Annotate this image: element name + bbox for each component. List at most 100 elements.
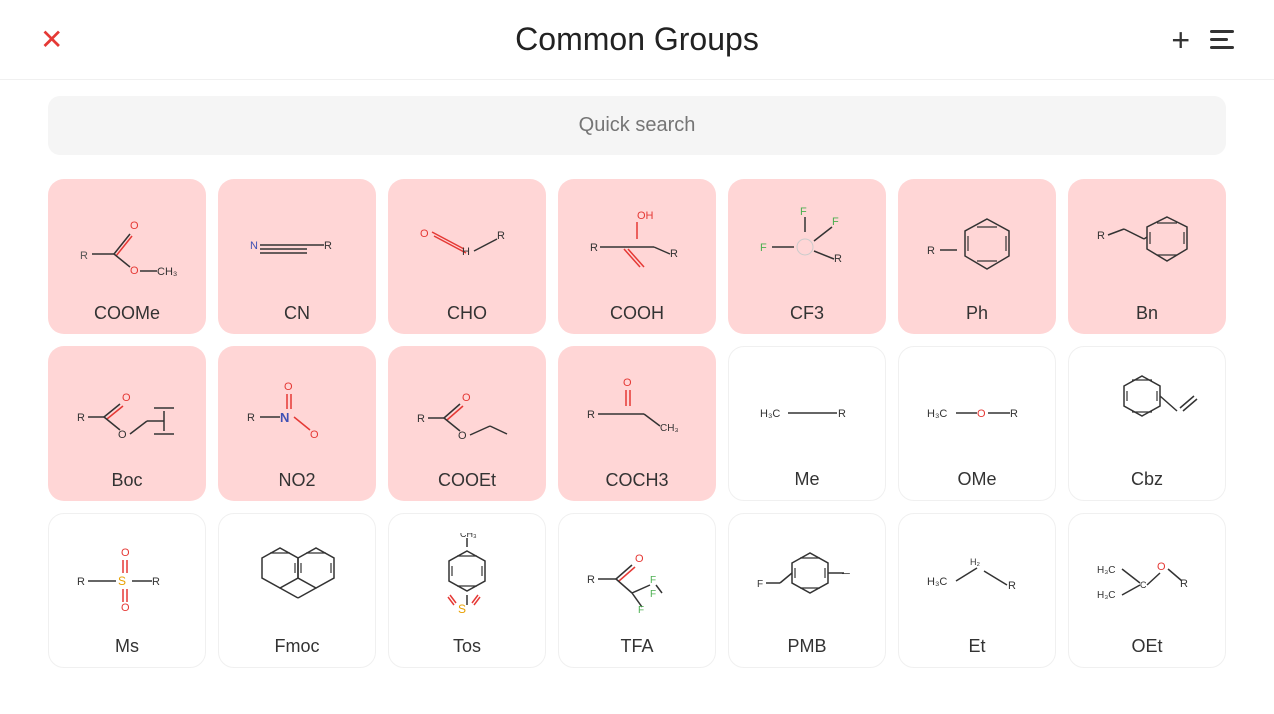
list-view-button[interactable] [1210, 30, 1234, 49]
group-label-Fmoc: Fmoc [275, 636, 320, 657]
svg-text:R: R [838, 408, 846, 420]
svg-text:H₃C: H₃C [760, 408, 780, 420]
svg-text:O: O [130, 265, 139, 277]
svg-text:R: R [1097, 230, 1105, 242]
svg-text:O: O [1157, 561, 1166, 573]
group-label-OEt: OEt [1131, 636, 1162, 657]
add-button[interactable]: + [1171, 24, 1190, 56]
svg-text:F: F [832, 216, 839, 228]
group-label-NO2: NO2 [278, 470, 315, 491]
structure-COOH: OH R R [566, 191, 708, 297]
structure-Ms: S O O R R [57, 526, 197, 630]
svg-text:S: S [458, 602, 466, 616]
group-label-Ms: Ms [115, 636, 139, 657]
group-card-Ph[interactable]: R Ph [898, 179, 1056, 334]
group-card-Et[interactable]: H₃C H₂ R Et [898, 513, 1056, 668]
structure-TFA: R O F F F [567, 526, 707, 630]
group-card-COOMe[interactable]: R O O CH₃ COOMe [48, 179, 206, 334]
group-card-Fmoc[interactable]: Fmoc [218, 513, 376, 668]
svg-text:R: R [927, 245, 935, 257]
group-label-COCH3: COCH3 [605, 470, 668, 491]
close-button[interactable]: ✕ [40, 26, 63, 54]
svg-text:R: R [587, 409, 595, 421]
group-card-Cbz[interactable]: Cbz [1068, 346, 1226, 501]
group-label-COOH: COOH [610, 303, 664, 324]
svg-text:R: R [834, 253, 842, 265]
svg-text:F: F [650, 575, 656, 586]
group-label-COOEt: COOEt [438, 470, 496, 491]
svg-text:N: N [250, 240, 258, 252]
group-card-Me[interactable]: H₃C R Me [728, 346, 886, 501]
svg-text:R: R [497, 230, 505, 242]
svg-text:OH: OH [637, 210, 654, 222]
svg-text:H₃C: H₃C [927, 576, 947, 588]
group-card-Ms[interactable]: S O O R R Ms [48, 513, 206, 668]
structure-OEt: H₃C C O R H₃C [1077, 526, 1217, 630]
svg-text:F: F [760, 242, 767, 254]
svg-text:R: R [247, 412, 255, 424]
group-label-Bn: Bn [1136, 303, 1158, 324]
structure-Et: H₃C H₂ R [907, 526, 1047, 630]
structure-Bn: R [1076, 191, 1218, 297]
svg-text:CH₃: CH₃ [660, 423, 679, 434]
group-card-Boc[interactable]: R O O Boc [48, 346, 206, 501]
structure-Ph: R [906, 191, 1048, 297]
svg-text:O: O [623, 377, 632, 389]
structure-CF3: F F F R [736, 191, 878, 297]
structure-COOEt: R O O [396, 358, 538, 464]
svg-text:R: R [670, 248, 678, 260]
svg-text:R: R [152, 576, 160, 588]
structure-OMe: H₃C O R [907, 359, 1047, 463]
group-label-Boc: Boc [111, 470, 142, 491]
svg-text:O: O [118, 429, 127, 441]
svg-text:H₂: H₂ [970, 557, 980, 567]
svg-text:R: R [77, 576, 85, 588]
group-card-NO2[interactable]: R N O O NO2 [218, 346, 376, 501]
group-card-COCH3[interactable]: R O CH₃ COCH3 [558, 346, 716, 501]
svg-text:─: ─ [841, 568, 850, 580]
app-header: ✕ Common Groups + [0, 0, 1274, 80]
svg-text:O: O [122, 392, 131, 404]
group-card-OMe[interactable]: H₃C O R OMe [898, 346, 1056, 501]
svg-text:F: F [757, 579, 763, 590]
svg-text:H: H [462, 246, 470, 258]
search-bar[interactable] [48, 96, 1226, 155]
search-input[interactable] [66, 114, 1208, 137]
svg-text:R: R [1008, 580, 1016, 592]
svg-text:N: N [280, 410, 289, 425]
group-label-CF3: CF3 [790, 303, 824, 324]
structure-Tos: CH₃ S [397, 526, 537, 630]
svg-text:O: O [635, 553, 644, 565]
group-card-Tos[interactable]: CH₃ S Tos [388, 513, 546, 668]
structure-Me: H₃C R [737, 359, 877, 463]
svg-text:O: O [977, 408, 986, 420]
svg-text:H₃C: H₃C [927, 408, 947, 420]
group-card-CHO[interactable]: O H R CHO [388, 179, 546, 334]
group-card-COOH[interactable]: OH R R COOH [558, 179, 716, 334]
page-title: Common Groups [515, 21, 759, 58]
group-card-CN[interactable]: N R CN [218, 179, 376, 334]
svg-text:R: R [80, 250, 88, 262]
structure-Boc: R O O [56, 358, 198, 464]
list-icon [1210, 30, 1234, 49]
structure-CN: N R [226, 191, 368, 297]
group-label-Tos: Tos [453, 636, 481, 657]
svg-text:O: O [458, 430, 467, 442]
svg-text:O: O [121, 602, 130, 614]
svg-text:R: R [1180, 578, 1188, 590]
group-card-PMB[interactable]: F ─ PMB [728, 513, 886, 668]
group-label-TFA: TFA [620, 636, 653, 657]
svg-text:R: R [587, 574, 595, 586]
group-card-OEt[interactable]: H₃C C O R H₃C OEt [1068, 513, 1226, 668]
group-label-PMB: PMB [787, 636, 826, 657]
svg-text:H₃C: H₃C [1097, 565, 1116, 576]
svg-text:O: O [420, 228, 429, 240]
group-card-TFA[interactable]: R O F F F TFA [558, 513, 716, 668]
group-card-Bn[interactable]: R Bn [1068, 179, 1226, 334]
structure-NO2: R N O O [226, 358, 368, 464]
group-label-COOMe: COOMe [94, 303, 160, 324]
svg-text:R: R [417, 413, 425, 425]
group-card-COOEt[interactable]: R O O COOEt [388, 346, 546, 501]
group-label-Ph: Ph [966, 303, 988, 324]
group-card-CF3[interactable]: F F F R CF3 [728, 179, 886, 334]
